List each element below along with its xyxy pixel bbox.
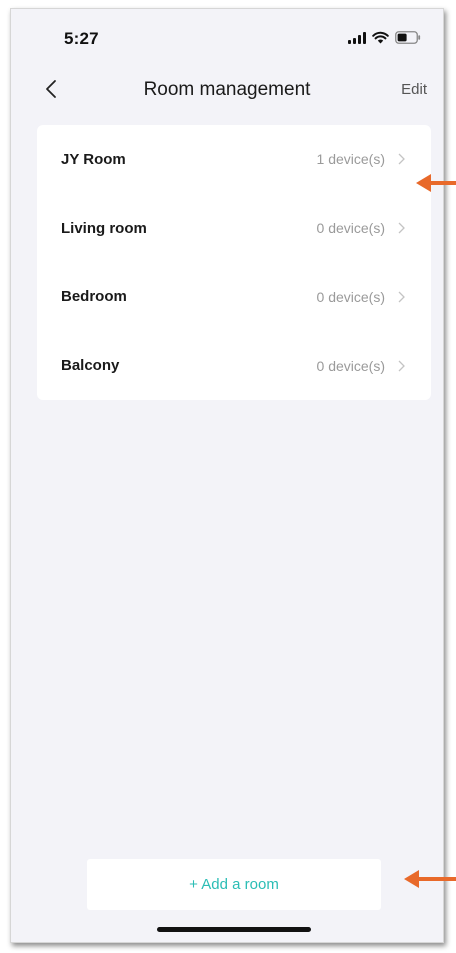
room-device-count: 0 device(s): [316, 357, 385, 374]
phone-screen: 5:27 Room management Edit JY Room 1 devi…: [10, 8, 444, 943]
home-indicator: [157, 927, 311, 932]
room-name: JY Room: [61, 150, 126, 168]
chevron-right-icon: [398, 153, 405, 165]
cellular-signal-icon: [348, 31, 366, 44]
annotation-arrow-icon: [404, 870, 456, 888]
room-device-count: 0 device(s): [316, 220, 385, 237]
room-list: JY Room 1 device(s) Living room 0 device…: [37, 125, 431, 400]
wifi-icon: [372, 31, 389, 44]
status-time: 5:27: [64, 29, 99, 48]
chevron-right-icon: [398, 222, 405, 234]
room-device-count: 0 device(s): [316, 288, 385, 305]
battery-icon: [395, 31, 421, 44]
room-row-balcony[interactable]: Balcony 0 device(s): [37, 331, 431, 400]
annotation-arrow-icon: [416, 174, 456, 192]
status-icons: [348, 31, 421, 44]
room-row-living-room[interactable]: Living room 0 device(s): [37, 194, 431, 263]
room-row-bedroom[interactable]: Bedroom 0 device(s): [37, 263, 431, 332]
room-name: Bedroom: [61, 288, 127, 306]
edit-button[interactable]: Edit: [401, 81, 427, 98]
room-name: Living room: [61, 219, 147, 237]
room-row-jy-room[interactable]: JY Room 1 device(s): [37, 125, 431, 194]
chevron-right-icon: [398, 291, 405, 303]
status-bar: 5:27: [11, 9, 443, 57]
room-name: Balcony: [61, 357, 120, 375]
navigation-bar: Room management Edit: [11, 71, 443, 111]
add-room-button[interactable]: + Add a room: [87, 859, 381, 910]
page-title: Room management: [143, 79, 311, 100]
room-device-count: 1 device(s): [316, 151, 385, 168]
chevron-right-icon: [398, 360, 405, 372]
